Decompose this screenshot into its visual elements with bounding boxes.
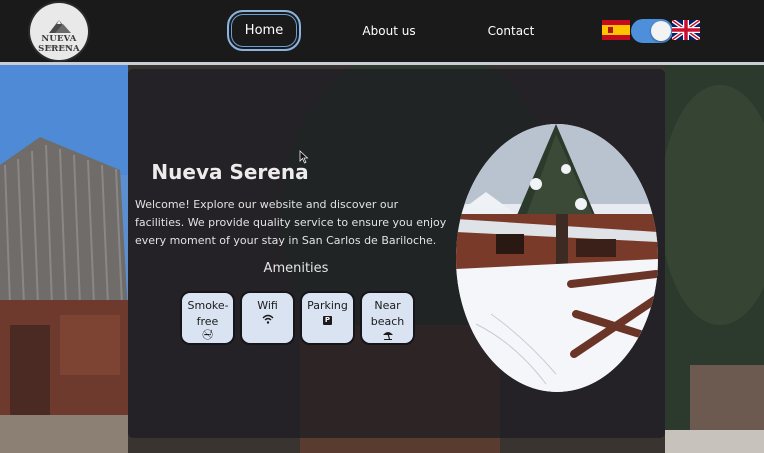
parking-icon: P	[323, 316, 332, 325]
amenity-smoke-free[interactable]: Smoke-free 🚭︎	[180, 291, 235, 345]
amenity-label: Parking	[307, 299, 348, 312]
logo-text: NUEVA SERENA	[38, 34, 80, 54]
amenity-label: Smoke-free	[187, 299, 229, 328]
amenity-parking[interactable]: Parking P	[300, 291, 355, 345]
no-smoking-icon: 🚭︎	[201, 330, 214, 341]
amenity-label: Wifi	[257, 299, 278, 312]
page-title: Nueva Serena	[151, 160, 309, 184]
spain-flag-icon[interactable]	[602, 20, 630, 40]
cabin-photo	[456, 124, 658, 392]
uk-flag-icon[interactable]	[672, 20, 700, 40]
logo-subtext: BARILOCHE	[46, 45, 72, 49]
mouse-cursor-icon	[299, 150, 309, 164]
language-toggle-knob	[651, 21, 671, 41]
logo[interactable]: NUEVA SERENA BARILOCHE	[28, 1, 90, 62]
navbar: NUEVA SERENA BARILOCHE Home About us Con…	[0, 0, 764, 62]
welcome-text: Welcome! Explore our website and discove…	[135, 198, 447, 247]
wifi-icon	[242, 314, 293, 327]
language-toggle[interactable]	[631, 19, 673, 43]
nav-contact-link[interactable]: Contact	[476, 10, 546, 51]
nav-home-link[interactable]: Home	[227, 10, 301, 51]
amenity-near-beach[interactable]: Near beach	[360, 291, 415, 345]
beach-umbrella-icon	[362, 330, 413, 343]
amenity-label: Near beach	[370, 299, 405, 328]
nav-about-link[interactable]: About us	[352, 10, 426, 51]
amenity-wifi[interactable]: Wifi	[240, 291, 295, 345]
